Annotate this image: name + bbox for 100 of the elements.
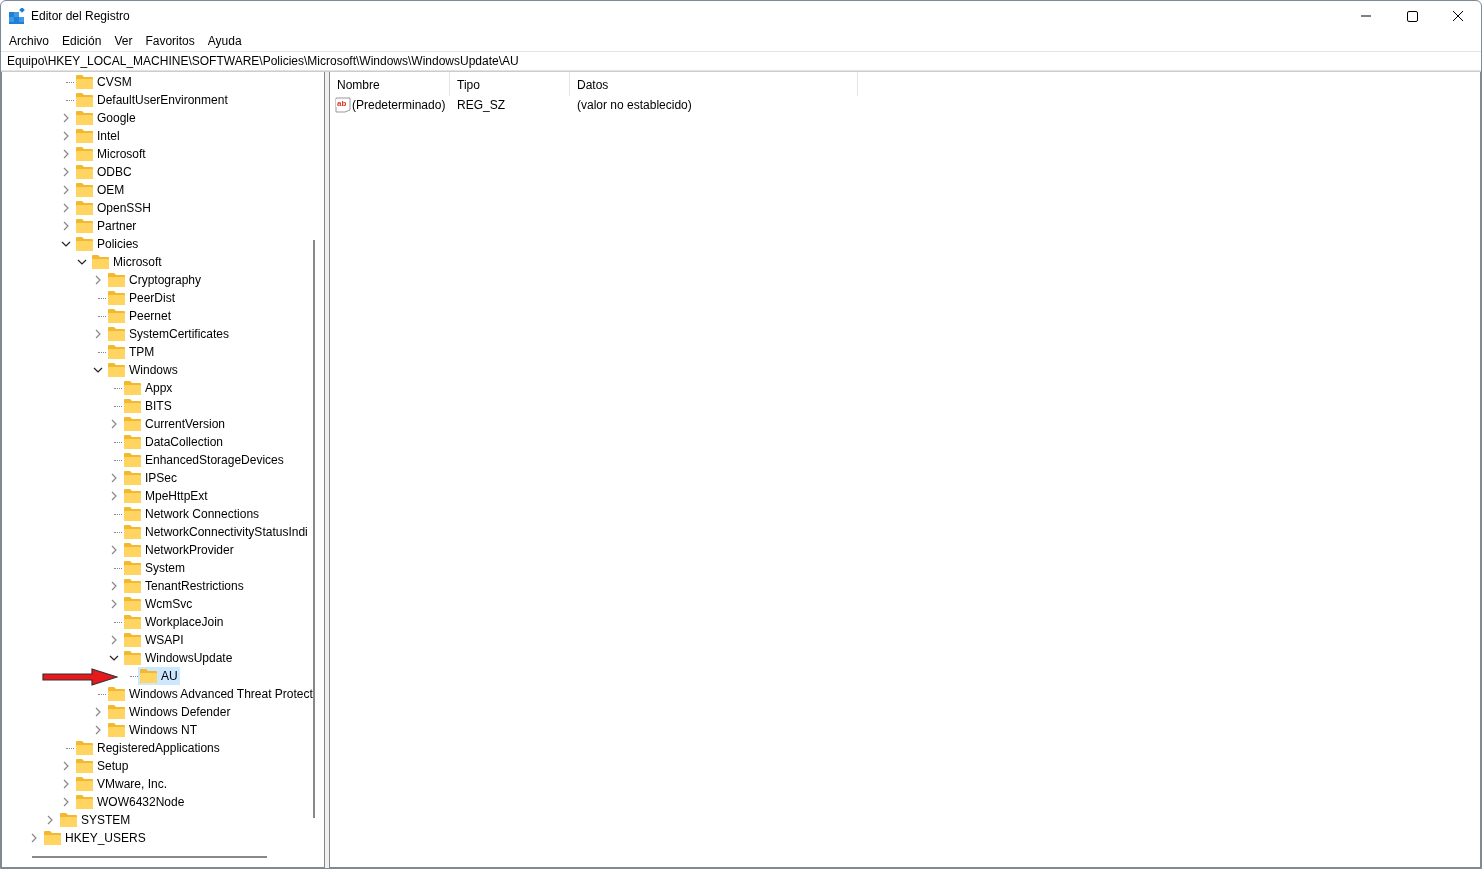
folder-icon (76, 75, 93, 89)
tree-item[interactable]: VMware, Inc. (97, 777, 168, 791)
tree-item[interactable]: NetworkConnectivityStatusIndi (145, 525, 308, 539)
folder-icon (108, 363, 125, 377)
chevron-right-icon[interactable] (109, 581, 119, 591)
chevron-right-icon[interactable] (93, 329, 103, 339)
tree-item[interactable]: Windows Advanced Threat Protect (129, 687, 313, 701)
tree-item[interactable]: RegisteredApplications (97, 741, 220, 755)
chevron-right-icon[interactable] (61, 167, 71, 177)
chevron-right-icon[interactable] (61, 149, 71, 159)
tree-item[interactable]: TPM (129, 345, 155, 359)
chevron-down-icon[interactable] (61, 239, 71, 249)
chevron-right-icon[interactable] (61, 113, 71, 123)
chevron-right-icon[interactable] (29, 833, 39, 843)
tree-item[interactable]: HKEY_USERS (65, 831, 146, 845)
tree-item[interactable]: Policies (97, 237, 139, 251)
folder-icon (140, 669, 157, 683)
folder-icon (76, 219, 93, 233)
tree-item[interactable]: BITS (145, 399, 172, 413)
menu-item[interactable]: Edición (58, 34, 106, 48)
menu-item[interactable]: Favoritos (141, 34, 199, 48)
tree-item[interactable]: Cryptography (129, 273, 202, 287)
chevron-down-icon[interactable] (93, 365, 103, 375)
chevron-right-icon[interactable] (61, 797, 71, 807)
folder-icon (108, 273, 125, 287)
tree-item[interactable]: MpeHttpExt (145, 489, 208, 503)
folder-icon (124, 543, 141, 557)
tree-item[interactable]: Partner (97, 219, 137, 233)
tree-item[interactable]: WorkplaceJoin (145, 615, 224, 629)
tree-item[interactable]: CurrentVersion (145, 417, 226, 431)
tree-item[interactable]: OpenSSH (97, 201, 152, 215)
column-header[interactable]: Tipo (450, 72, 570, 96)
chevron-right-icon[interactable] (61, 761, 71, 771)
tree-item[interactable]: WindowsUpdate (145, 651, 233, 665)
tree-item[interactable]: WcmSvc (145, 597, 193, 611)
chevron-right-icon[interactable] (61, 203, 71, 213)
tree-item[interactable]: System (145, 561, 185, 575)
chevron-right-icon[interactable] (93, 275, 103, 285)
tree-item[interactable]: SYSTEM (81, 813, 131, 827)
tree-item[interactable]: WOW6432Node (97, 795, 185, 809)
tree-item[interactable]: Appx (145, 381, 173, 395)
folder-icon (76, 165, 93, 179)
chevron-right-icon[interactable] (109, 491, 119, 501)
chevron-right-icon[interactable] (61, 779, 71, 789)
folder-icon (76, 741, 93, 755)
column-header[interactable]: Datos (570, 72, 858, 96)
chevron-right-icon[interactable] (109, 473, 119, 483)
menu-item[interactable]: Ver (110, 34, 137, 48)
folder-icon (124, 597, 141, 611)
tree-item[interactable]: CVSM (97, 75, 132, 89)
tree-item[interactable]: Microsoft (113, 255, 162, 269)
tree-item[interactable]: NetworkProvider (145, 543, 234, 557)
tree-item[interactable]: Peernet (129, 309, 172, 323)
tree-item[interactable]: Setup (97, 759, 129, 773)
chevron-down-icon[interactable] (109, 653, 119, 663)
address-bar[interactable]: Equipo\HKEY_LOCAL_MACHINE\SOFTWARE\Policies\Microsoft\Windows\WindowsUpdate\AU (1, 51, 1481, 71)
tree-item[interactable]: Windows Defender (129, 705, 231, 719)
tree-item[interactable]: TenantRestrictions (145, 579, 244, 593)
tree-item[interactable]: ODBC (97, 165, 132, 179)
folder-icon (76, 237, 93, 251)
tree-item[interactable]: SystemCertificates (129, 327, 230, 341)
tree-item[interactable]: Network Connections (145, 507, 260, 521)
value-name[interactable]: (Predeterminado) (352, 98, 446, 112)
chevron-right-icon[interactable] (61, 131, 71, 141)
chevron-right-icon[interactable] (93, 707, 103, 717)
tree-item[interactable]: Windows (129, 363, 178, 377)
tree-item[interactable]: Microsoft (97, 147, 146, 161)
chevron-right-icon[interactable] (109, 419, 119, 429)
tree-item[interactable]: EnhancedStorageDevices (145, 453, 284, 467)
registry-icon (9, 8, 25, 24)
tree-item[interactable]: Intel (97, 129, 120, 143)
tree-item[interactable]: DataCollection (145, 435, 224, 449)
chevron-down-icon[interactable] (77, 257, 87, 267)
tree-item[interactable]: Google (97, 111, 136, 125)
tree-item[interactable]: OEM (97, 183, 125, 197)
folder-icon (124, 435, 141, 449)
chevron-right-icon[interactable] (109, 599, 119, 609)
chevron-right-icon[interactable] (61, 221, 71, 231)
scrollbar[interactable] (313, 240, 315, 818)
chevron-right-icon[interactable] (93, 725, 103, 735)
folder-icon (108, 723, 125, 737)
tree-item[interactable]: IPSec (145, 471, 177, 485)
chevron-right-icon[interactable] (45, 815, 55, 825)
folder-icon (124, 399, 141, 413)
tree-item[interactable]: Windows NT (129, 723, 197, 737)
tree-item[interactable]: PeerDist (129, 291, 175, 305)
column-header[interactable]: Nombre (330, 72, 450, 96)
tree-item[interactable]: WSAPI (145, 633, 184, 647)
chevron-right-icon[interactable] (109, 545, 119, 555)
scrollbar[interactable] (32, 856, 267, 858)
menu-item[interactable]: Ayuda (203, 34, 246, 48)
chevron-right-icon[interactable] (61, 185, 71, 195)
folder-icon (124, 651, 141, 665)
chevron-right-icon[interactable] (109, 635, 119, 645)
folder-icon (76, 759, 93, 773)
folder-icon (124, 471, 141, 485)
tree-item[interactable]: DefaultUserEnvironment (97, 93, 228, 107)
menu-item[interactable]: Archivo (5, 34, 53, 48)
folder-icon (108, 291, 125, 305)
folder-icon (92, 255, 109, 269)
